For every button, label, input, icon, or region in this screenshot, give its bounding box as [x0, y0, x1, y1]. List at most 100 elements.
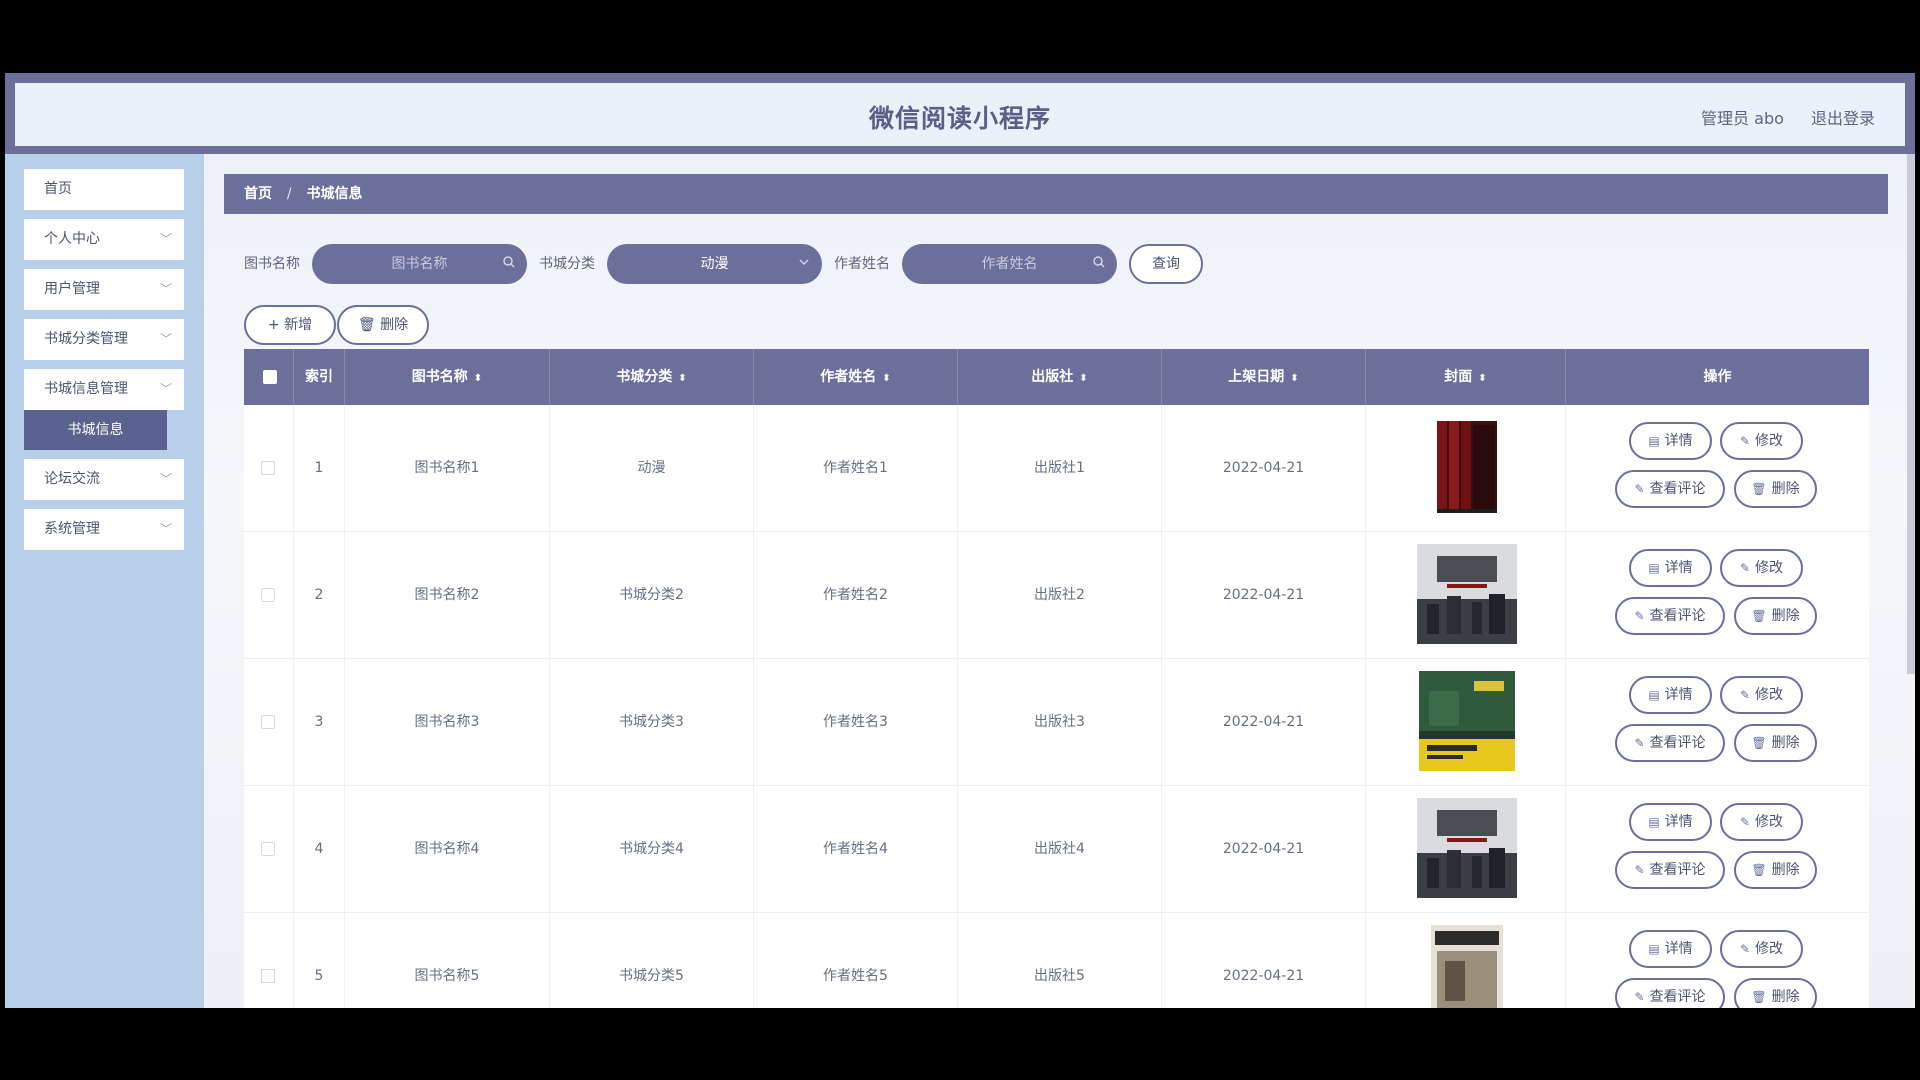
book-cover-image[interactable]	[1433, 417, 1501, 517]
delete-button[interactable]: 🗑 删除	[1734, 851, 1817, 889]
page-scrollbar[interactable]	[1907, 154, 1915, 674]
view-comments-button[interactable]: ✎ 查看评论	[1615, 851, 1725, 889]
table-row: 2 图书名称2 书城分类2 作者姓名2 出版社2 2022-04-21 ▤ 详情…	[244, 532, 1869, 659]
edit-button[interactable]: ✎ 修改	[1720, 803, 1803, 841]
table-row: 4 图书名称4 书城分类4 作者姓名4 出版社4 2022-04-21 ▤ 详情…	[244, 786, 1869, 913]
sidebar-item-label: 个人中心	[44, 231, 100, 247]
header-date[interactable]: 上架日期 ⬍	[1162, 349, 1366, 405]
detail-button[interactable]: ▤ 详情	[1629, 422, 1712, 460]
sort-icon[interactable]: ⬍	[1079, 373, 1087, 384]
date-cell: 2022-04-21	[1162, 786, 1366, 913]
header-book-name[interactable]: 图书名称 ⬍	[345, 349, 550, 405]
delete-button[interactable]: 🗑 删除	[1734, 470, 1817, 508]
breadcrumb-current: 书城信息	[306, 186, 363, 202]
delete-label: 删除	[1771, 989, 1800, 1005]
author-placeholder: 作者姓名	[981, 256, 1038, 272]
sort-icon[interactable]: ⬍	[1478, 373, 1486, 384]
book-cover-image[interactable]	[1417, 544, 1517, 644]
book-cover-image[interactable]	[1431, 925, 1503, 1008]
row-checkbox[interactable]	[261, 969, 275, 983]
sidebar-item-label: 论坛交流	[44, 471, 100, 487]
sort-icon[interactable]: ⬍	[1290, 373, 1298, 384]
batch-delete-button[interactable]: 🗑 删除	[337, 305, 429, 345]
detail-label: 详情	[1664, 814, 1693, 830]
category-cell: 动漫	[550, 405, 754, 532]
select-all-checkbox[interactable]	[263, 370, 277, 384]
book-name-cell: 图书名称2	[345, 532, 550, 659]
edit-button[interactable]: ✎ 修改	[1720, 676, 1803, 714]
delete-button[interactable]: 🗑 删除	[1734, 597, 1817, 635]
sidebar-item-system[interactable]: 系统管理 ﹀	[24, 509, 184, 550]
breadcrumb-home[interactable]: 首页	[244, 186, 272, 202]
cover-cell	[1366, 659, 1566, 786]
view-comments-button[interactable]: ✎ 查看评论	[1615, 470, 1725, 508]
row-checkbox[interactable]	[261, 842, 275, 856]
cover-cell	[1366, 405, 1566, 532]
sidebar-item-users[interactable]: 用户管理 ﹀	[24, 269, 184, 310]
actions-cell: ▤ 详情 ✎ 修改 ✎ 查看评论 🗑 删除	[1566, 913, 1869, 1008]
main-content: 首页 / 书城信息 图书名称 图书名称 书城分类 动漫 作者姓名 作者姓名 查询…	[204, 154, 1915, 1008]
trash-icon: 🗑	[1751, 736, 1767, 750]
author-label: 作者姓名	[834, 256, 890, 272]
author-input[interactable]: 作者姓名	[902, 244, 1117, 284]
pencil-icon: ✎	[1634, 990, 1645, 1004]
book-name-input[interactable]: 图书名称	[312, 244, 527, 284]
query-button[interactable]: 查询	[1129, 244, 1203, 284]
book-cover-image[interactable]	[1417, 798, 1517, 898]
category-select[interactable]: 动漫	[607, 244, 822, 284]
breadcrumb-separator: /	[286, 186, 292, 202]
sidebar-subitem-book-info[interactable]: 书城信息	[24, 410, 167, 450]
header-cover[interactable]: 封面 ⬍	[1366, 349, 1566, 405]
view-comments-button[interactable]: ✎ 查看评论	[1615, 978, 1725, 1008]
header-publisher[interactable]: 出版社 ⬍	[958, 349, 1162, 405]
sort-icon[interactable]: ⬍	[474, 373, 482, 384]
detail-button[interactable]: ▤ 详情	[1629, 676, 1712, 714]
sort-icon[interactable]: ⬍	[882, 373, 890, 384]
logout-link[interactable]: 退出登录	[1811, 109, 1875, 128]
trash-icon: 🗑	[1751, 609, 1767, 623]
header-author[interactable]: 作者姓名 ⬍	[754, 349, 958, 405]
author-cell: 作者姓名5	[754, 913, 958, 1008]
delete-button[interactable]: 🗑 删除	[1734, 978, 1817, 1008]
pencil-icon: ✎	[1739, 688, 1751, 702]
detail-button[interactable]: ▤ 详情	[1629, 549, 1712, 587]
category-cell: 书城分类5	[550, 913, 754, 1008]
add-button[interactable]: + 新增	[244, 305, 336, 345]
sidebar-item-profile[interactable]: 个人中心 ﹀	[24, 219, 184, 260]
search-icon	[503, 244, 515, 284]
header-select-all[interactable]	[244, 349, 294, 405]
row-checkbox[interactable]	[261, 461, 275, 475]
row-checkbox[interactable]	[261, 588, 275, 602]
edit-button[interactable]: ✎ 修改	[1720, 422, 1803, 460]
header-label: 作者姓名	[820, 369, 877, 385]
sidebar-item-book-mgmt[interactable]: 书城信息管理 ﹀	[24, 369, 184, 410]
category-cell: 书城分类4	[550, 786, 754, 913]
index-cell: 3	[294, 659, 345, 786]
edit-label: 修改	[1755, 433, 1784, 449]
header-label: 封面	[1444, 369, 1473, 385]
row-checkbox[interactable]	[261, 715, 275, 729]
sidebar-item-forum[interactable]: 论坛交流 ﹀	[24, 459, 184, 500]
table-row: 3 图书名称3 书城分类3 作者姓名3 出版社3 2022-04-21 ▤ 详情…	[244, 659, 1869, 786]
book-cover-image[interactable]	[1419, 671, 1515, 771]
delete-button[interactable]: 🗑 删除	[1734, 724, 1817, 762]
view-comments-label: 查看评论	[1649, 735, 1706, 751]
table-row: 5 图书名称5 书城分类5 作者姓名5 出版社5 2022-04-21 ▤ 详情	[244, 913, 1869, 1008]
sidebar-item-home[interactable]: 首页	[24, 169, 184, 210]
sidebar: 首页 个人中心 ﹀ 用户管理 ﹀ 书城分类管理 ﹀ 书城信息管理 ﹀ 书城信息 论坛交流…	[5, 154, 204, 1008]
edit-button[interactable]: ✎ 修改	[1720, 930, 1803, 968]
document-icon: ▤	[1648, 815, 1660, 829]
detail-button[interactable]: ▤ 详情	[1629, 930, 1712, 968]
view-comments-button[interactable]: ✎ 查看评论	[1615, 597, 1725, 635]
admin-user-label[interactable]: 管理员 abo	[1701, 109, 1784, 128]
view-comments-label: 查看评论	[1649, 862, 1706, 878]
view-comments-button[interactable]: ✎ 查看评论	[1615, 724, 1725, 762]
date-cell: 2022-04-21	[1162, 532, 1366, 659]
sort-icon[interactable]: ⬍	[678, 373, 686, 384]
sidebar-item-label: 书城信息管理	[44, 381, 128, 397]
detail-button[interactable]: ▤ 详情	[1629, 803, 1712, 841]
sidebar-item-category-mgmt[interactable]: 书城分类管理 ﹀	[24, 319, 184, 360]
app-title: 微信阅读小程序	[868, 104, 1051, 133]
edit-button[interactable]: ✎ 修改	[1720, 549, 1803, 587]
header-category[interactable]: 书城分类 ⬍	[550, 349, 754, 405]
